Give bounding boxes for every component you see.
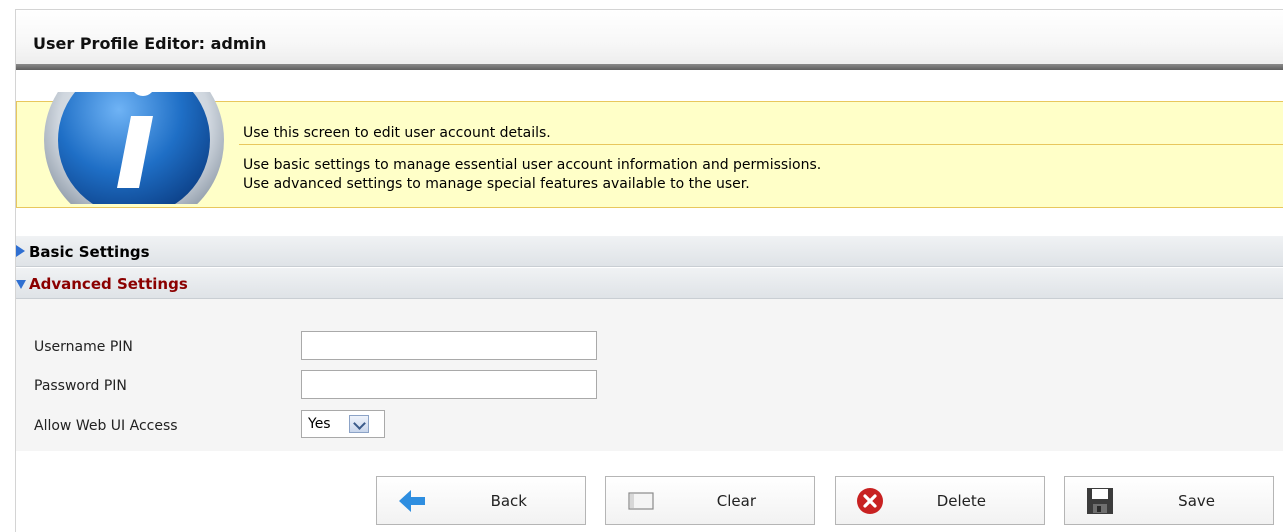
info-banner: Use this screen to edit user account det… bbox=[16, 92, 1283, 208]
basic-settings-label: Basic Settings bbox=[29, 243, 150, 261]
info-divider bbox=[239, 144, 1283, 145]
dropdown-button[interactable] bbox=[349, 415, 369, 433]
save-label: Save bbox=[1178, 492, 1215, 510]
expand-arrow-icon bbox=[16, 245, 25, 257]
password-pin-label: Password PIN bbox=[34, 378, 127, 394]
clear-button[interactable]: Clear bbox=[605, 476, 815, 525]
advanced-settings-form: Username PIN Password PIN Allow Web UI A… bbox=[16, 299, 1283, 451]
back-label: Back bbox=[490, 492, 527, 510]
chevron-down-icon bbox=[353, 417, 366, 430]
clear-icon bbox=[626, 487, 656, 515]
delete-icon bbox=[856, 487, 886, 515]
save-button[interactable]: Save bbox=[1064, 476, 1274, 525]
username-pin-input[interactable] bbox=[301, 331, 597, 360]
header-divider bbox=[16, 64, 1283, 70]
profile-editor-panel: User Profile Editor: admin Use this scre… bbox=[15, 9, 1283, 532]
web-ui-access-select[interactable]: Yes bbox=[301, 410, 385, 438]
advanced-settings-label: Advanced Settings bbox=[29, 275, 188, 293]
username-pin-label: Username PIN bbox=[34, 339, 133, 355]
info-text-primary: Use this screen to edit user account det… bbox=[243, 125, 551, 141]
advanced-settings-header[interactable]: Advanced Settings bbox=[16, 268, 1283, 299]
floppy-disk-icon bbox=[1085, 487, 1115, 515]
web-ui-access-label: Allow Web UI Access bbox=[34, 418, 178, 434]
clear-label: Clear bbox=[716, 492, 756, 510]
info-text-basic: Use basic settings to manage essential u… bbox=[243, 157, 822, 173]
back-button[interactable]: Back bbox=[376, 476, 586, 525]
basic-settings-header[interactable]: Basic Settings bbox=[16, 236, 1283, 267]
page-title: User Profile Editor: admin bbox=[33, 34, 267, 53]
page-header: User Profile Editor: admin bbox=[16, 10, 1283, 67]
web-ui-access-value: Yes bbox=[308, 416, 331, 432]
back-arrow-icon bbox=[397, 487, 427, 515]
info-icon bbox=[39, 92, 229, 204]
delete-label: Delete bbox=[936, 492, 986, 510]
info-text-advanced: Use advanced settings to manage special … bbox=[243, 176, 750, 192]
collapse-arrow-icon bbox=[16, 280, 26, 289]
delete-button[interactable]: Delete bbox=[835, 476, 1045, 525]
password-pin-input[interactable] bbox=[301, 370, 597, 399]
